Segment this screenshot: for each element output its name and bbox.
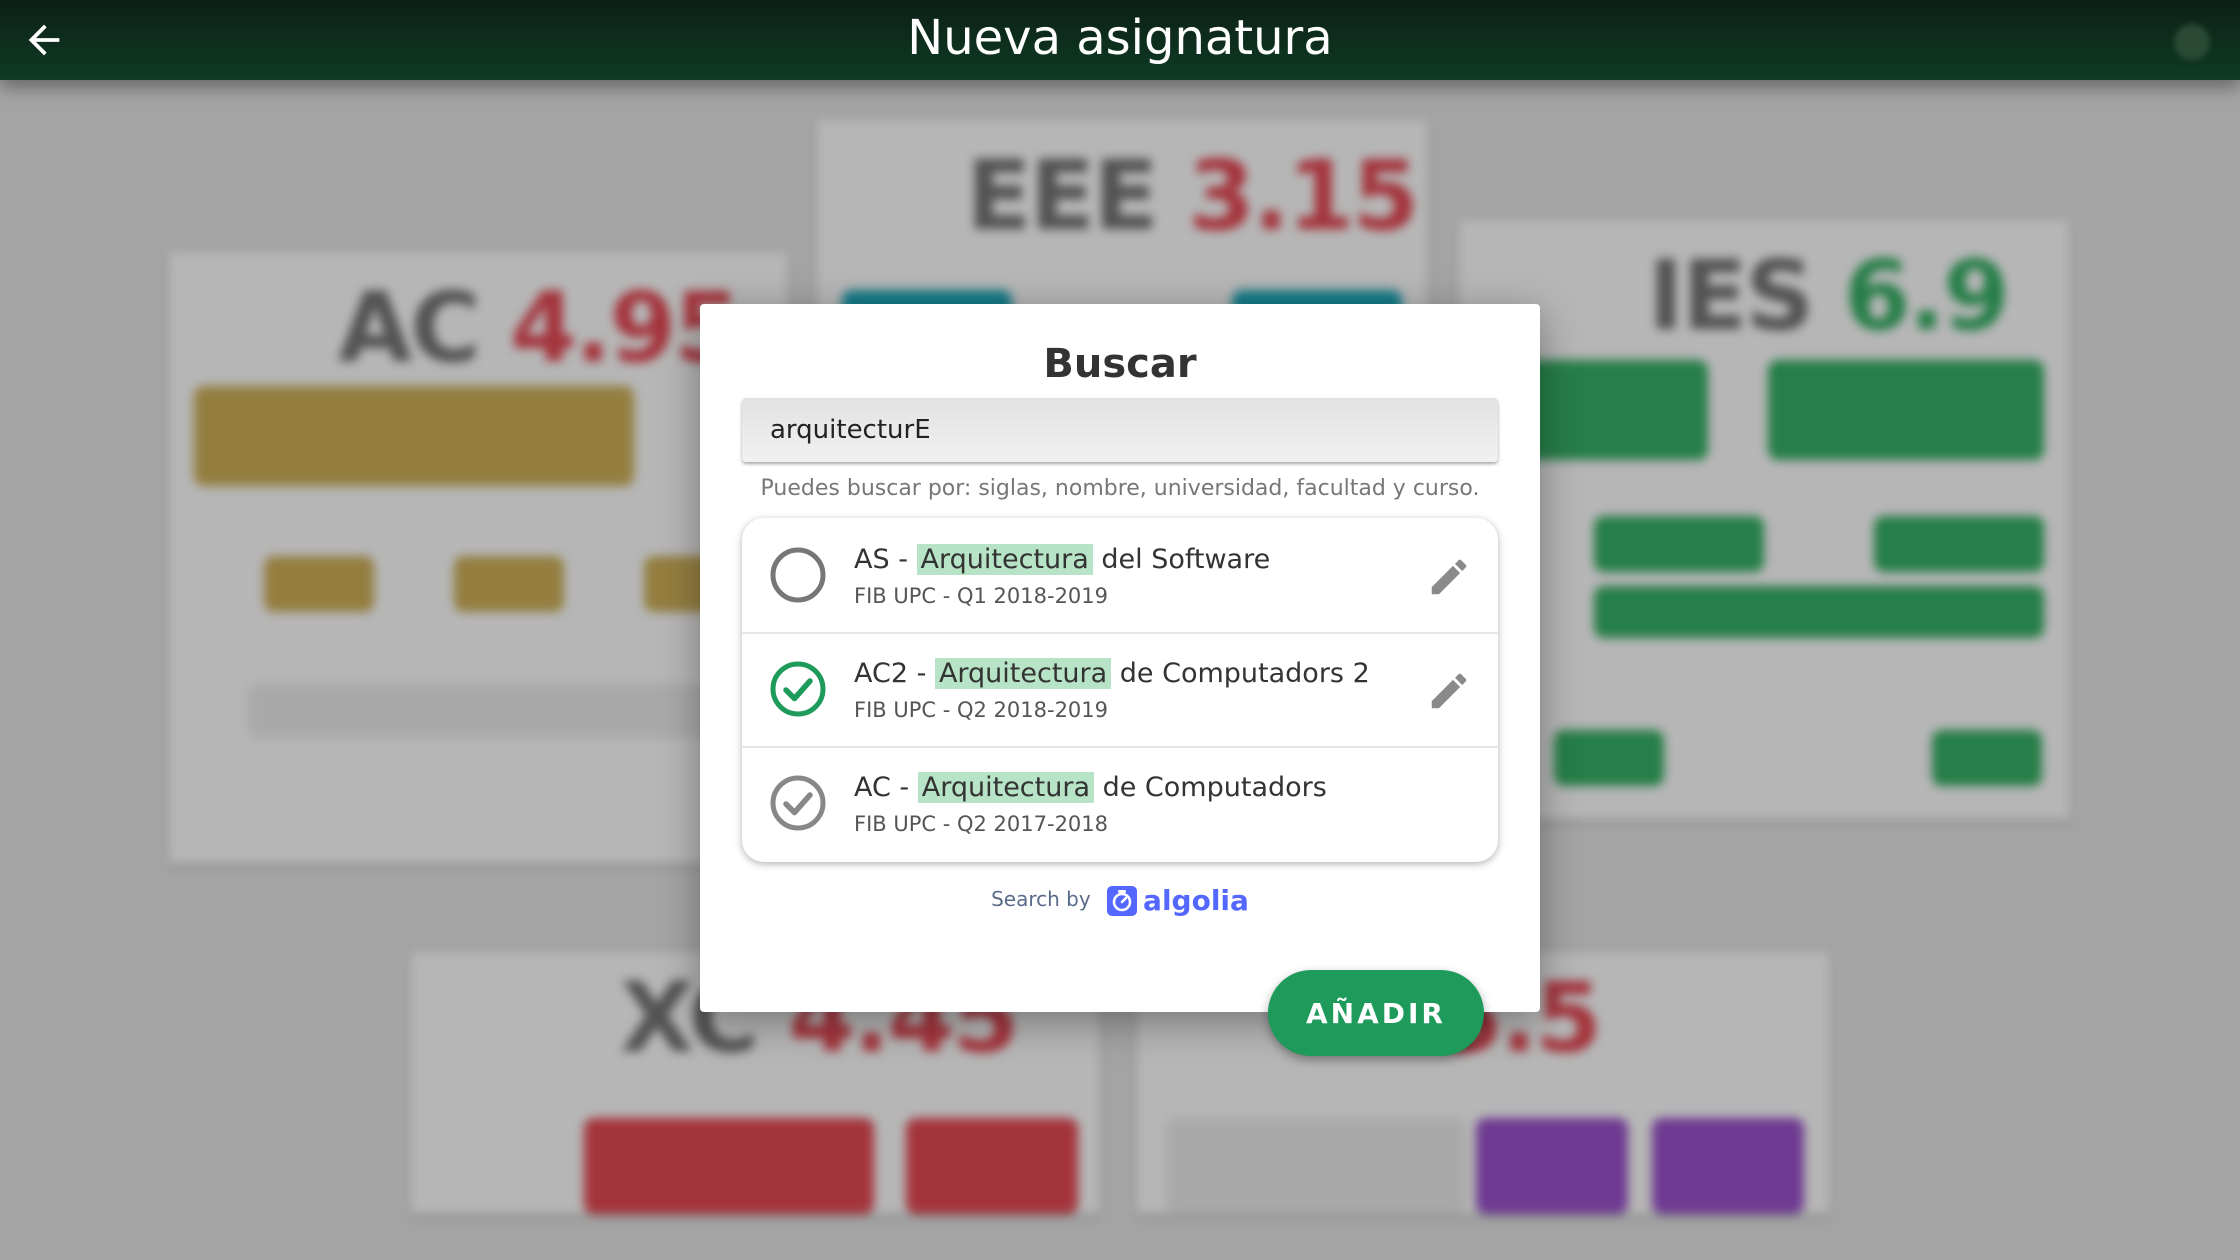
result-name: del Software (1092, 544, 1271, 575)
search-by-algolia[interactable]: Search by algolia (700, 884, 1540, 917)
result-name: de Computadors 2 (1111, 658, 1370, 689)
app-bar: Nueva asignatura (0, 0, 2240, 80)
algolia-brand: algolia (1143, 884, 1249, 917)
result-meta: FIB UPC - Q2 2017-2018 (854, 812, 1109, 836)
result-title: AS - Arquitectura del Software (854, 540, 1270, 580)
match-highlight: Arquitectura (917, 772, 1095, 803)
result-item[interactable]: AS - Arquitectura del Software FIB UPC -… (742, 518, 1498, 634)
menu-icon[interactable] (2174, 24, 2210, 60)
pencil-icon[interactable] (1426, 554, 1472, 600)
search-by-label: Search by (991, 887, 1091, 911)
add-button[interactable]: AÑADIR (1268, 970, 1484, 1056)
result-item[interactable]: AC - Arquitectura de Computadors FIB UPC… (742, 746, 1498, 860)
search-hint: Puedes buscar por: siglas, nombre, unive… (760, 476, 1480, 501)
check-circle-icon (770, 775, 826, 831)
result-item[interactable]: AC2 - Arquitectura de Computadors 2 FIB … (742, 632, 1498, 748)
result-title: AC2 - Arquitectura de Computadors 2 (854, 654, 1370, 694)
search-input[interactable] (742, 398, 1498, 462)
algolia-logo-icon (1107, 885, 1138, 916)
result-name: de Computadors (1094, 772, 1327, 803)
pencil-icon[interactable] (1426, 668, 1472, 714)
result-meta: FIB UPC - Q2 2018-2019 (854, 698, 1109, 722)
dialog-title: Buscar (1043, 341, 1197, 387)
result-code: AS - (854, 544, 917, 575)
page-title: Nueva asignatura (907, 10, 1333, 66)
check-circle-icon[interactable] (768, 659, 828, 719)
result-code: AC - (854, 772, 918, 803)
result-meta: FIB UPC - Q1 2018-2019 (854, 584, 1109, 608)
result-title: AC - Arquitectura de Computadors (854, 768, 1327, 808)
empty-circle-icon[interactable] (768, 545, 828, 605)
results-list: AS - Arquitectura del Software FIB UPC -… (742, 518, 1498, 862)
match-highlight: Arquitectura (916, 544, 1093, 575)
result-code: AC2 - (854, 658, 935, 689)
search-dialog: Buscar Puedes buscar por: siglas, nombre… (700, 304, 1540, 1012)
match-highlight: Arquitectura (934, 658, 1112, 689)
